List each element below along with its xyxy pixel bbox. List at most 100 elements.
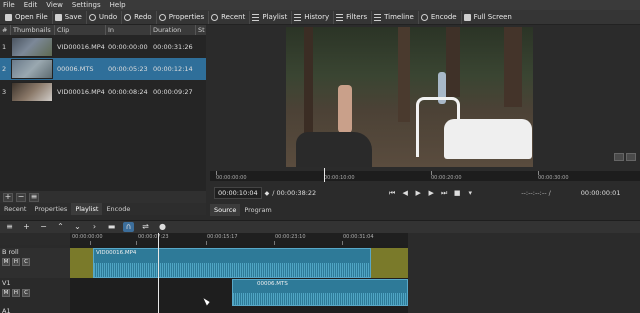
- menu-file[interactable]: File: [3, 1, 15, 9]
- shotcut-window: File Edit View Settings Help Open File S…: [0, 0, 640, 313]
- viewer-playhead[interactable]: [324, 168, 325, 182]
- play-icon[interactable]: ▶: [414, 189, 422, 197]
- tab-properties[interactable]: Properties: [30, 203, 71, 215]
- filters-button[interactable]: Filters: [334, 10, 373, 24]
- playlist-menu-button[interactable]: ≡: [29, 192, 39, 202]
- save-label: Save: [64, 13, 82, 21]
- playlist-row[interactable]: 3 VID00016.MP4 00:00:08:24 00:00:09:27: [0, 81, 206, 103]
- ruler-label: 00:00:20:00: [431, 175, 462, 181]
- mute-button[interactable]: M: [2, 258, 10, 266]
- hide-button[interactable]: H: [12, 258, 20, 266]
- tl-ruler-label: 00:00:07:23: [138, 234, 169, 240]
- timeline-tracks[interactable]: VID00016.MP4 00006.MTS: [70, 245, 408, 313]
- overwrite-icon[interactable]: ⌄: [72, 222, 83, 232]
- track-header-v1[interactable]: V1 M H C: [0, 279, 70, 306]
- recent-button[interactable]: Recent: [209, 10, 251, 24]
- timecode-spinner-icon[interactable]: ◆: [265, 190, 270, 197]
- hide-button[interactable]: H: [12, 289, 20, 297]
- viewer-ruler[interactable]: 00:00:00:00 00:00:10:00 00:00:20:00 00:0…: [210, 171, 640, 181]
- open-file-button[interactable]: Open File: [3, 10, 53, 24]
- clip-thumbnail: [11, 59, 53, 79]
- encode-button[interactable]: Encode: [419, 10, 462, 24]
- col-in[interactable]: In: [106, 25, 151, 35]
- total-duration: / 00:00:38:22: [272, 189, 317, 197]
- scrub-icon[interactable]: ●: [157, 222, 168, 232]
- timeline-button[interactable]: Timeline: [372, 10, 419, 24]
- playlist-row[interactable]: 1 VID00016.MP4 00:00:00:00 00:00:31:26: [0, 36, 206, 58]
- left-dock-tabs: Recent Properties Playlist Encode: [0, 203, 206, 215]
- row-in: 00:00:00:00: [108, 43, 148, 51]
- composite-button[interactable]: C: [22, 258, 30, 266]
- track-header-broll[interactable]: B roll M H C: [0, 248, 70, 278]
- tab-recent[interactable]: Recent: [0, 203, 30, 215]
- tab-encode[interactable]: Encode: [102, 203, 134, 215]
- redo-label: Redo: [134, 13, 152, 21]
- add-clip-button[interactable]: +: [3, 192, 13, 202]
- tl-ruler-label: 00:00:31:04: [343, 234, 374, 240]
- grid-icon[interactable]: [626, 153, 636, 161]
- menu-icon: ≡: [30, 192, 38, 201]
- transport-controls: ⏮ ◀ ▶ ▶ ⏭ ■ ▾: [388, 189, 479, 197]
- track-header-a1[interactable]: A1: [0, 307, 70, 313]
- redo-button[interactable]: Redo: [122, 10, 157, 24]
- timeline-playhead[interactable]: [158, 233, 159, 313]
- redo-icon: [124, 13, 132, 21]
- timeline-toolbar: ≡ + − ⌃ ⌄ › ▬ ∩ ⇌ ●: [0, 220, 640, 233]
- playlist-button[interactable]: Playlist: [250, 10, 293, 24]
- col-clip[interactable]: Clip: [55, 25, 106, 35]
- lift-icon[interactable]: ⌃: [55, 222, 66, 232]
- magnet-icon[interactable]: ∩: [123, 222, 134, 232]
- mute-button[interactable]: M: [2, 289, 10, 297]
- timeline-clip[interactable]: VID00016.MP4: [93, 248, 371, 278]
- fast-forward-icon[interactable]: ▶: [427, 189, 435, 197]
- col-duration[interactable]: Duration: [151, 25, 196, 35]
- timeline-label: Timeline: [384, 13, 414, 21]
- tab-program[interactable]: Program: [240, 204, 275, 216]
- video-frame[interactable]: [286, 27, 533, 167]
- menu-edit[interactable]: Edit: [24, 1, 38, 9]
- composite-button[interactable]: C: [22, 289, 30, 297]
- undo-button[interactable]: Undo: [87, 10, 123, 24]
- playlist-actions: + − ≡: [0, 191, 206, 203]
- split-icon[interactable]: ›: [89, 222, 100, 232]
- append-icon[interactable]: +: [21, 222, 32, 232]
- properties-button[interactable]: Properties: [157, 10, 210, 24]
- playlist-label: Playlist: [262, 13, 288, 21]
- playlist-panel: # Thumbnails Clip In Duration St 1 VID00…: [0, 25, 206, 191]
- volume-icon[interactable]: ■: [453, 189, 461, 197]
- ruler-label: 00:00:10:00: [324, 175, 355, 181]
- rewind-icon[interactable]: ◀: [401, 189, 409, 197]
- timeline-menu-icon[interactable]: ≡: [4, 222, 15, 232]
- clip-thumbnail: [11, 37, 53, 57]
- tab-playlist[interactable]: Playlist: [71, 203, 103, 215]
- playlist-row-selected[interactable]: 2 00006.MTS 00:00:05:23 00:00:12:14: [0, 58, 206, 80]
- grid-toggle-icon[interactable]: ▾: [466, 189, 474, 197]
- zoom-fit-icon[interactable]: [614, 153, 624, 161]
- col-thumbnails[interactable]: Thumbnails: [11, 25, 55, 35]
- timeline-clip[interactable]: 00006.MTS: [232, 279, 408, 306]
- row-number: 1: [2, 43, 7, 51]
- menu-view[interactable]: View: [46, 1, 63, 9]
- save-button[interactable]: Save: [53, 10, 87, 24]
- history-button[interactable]: History: [292, 10, 335, 24]
- col-start[interactable]: St: [196, 25, 206, 35]
- skip-next-icon[interactable]: ⏭: [440, 189, 448, 197]
- remove-clip-button[interactable]: −: [16, 192, 26, 202]
- tl-ruler-label: 00:00:23:10: [275, 234, 306, 240]
- timeline-ruler[interactable]: 00:00:00:00 00:00:07:23 00:00:15:17 00:0…: [70, 233, 408, 245]
- row-clip: VID00016.MP4: [57, 43, 105, 51]
- track-gap[interactable]: [371, 248, 408, 278]
- ripple-icon[interactable]: ⇌: [140, 222, 151, 232]
- skip-previous-icon[interactable]: ⏮: [388, 189, 396, 197]
- remove-icon[interactable]: −: [38, 222, 49, 232]
- col-number[interactable]: #: [0, 25, 11, 35]
- full-screen-button[interactable]: Full Screen: [462, 11, 516, 24]
- menu-help[interactable]: Help: [110, 1, 126, 9]
- menu-bar: File Edit View Settings Help: [0, 0, 640, 10]
- current-timecode[interactable]: 00:00:10:04: [214, 187, 262, 199]
- track-gap[interactable]: [70, 248, 93, 278]
- tab-source[interactable]: Source: [210, 204, 241, 216]
- clip-thumbnail: [11, 82, 53, 102]
- menu-settings[interactable]: Settings: [72, 1, 101, 9]
- snap-icon[interactable]: ▬: [106, 222, 117, 232]
